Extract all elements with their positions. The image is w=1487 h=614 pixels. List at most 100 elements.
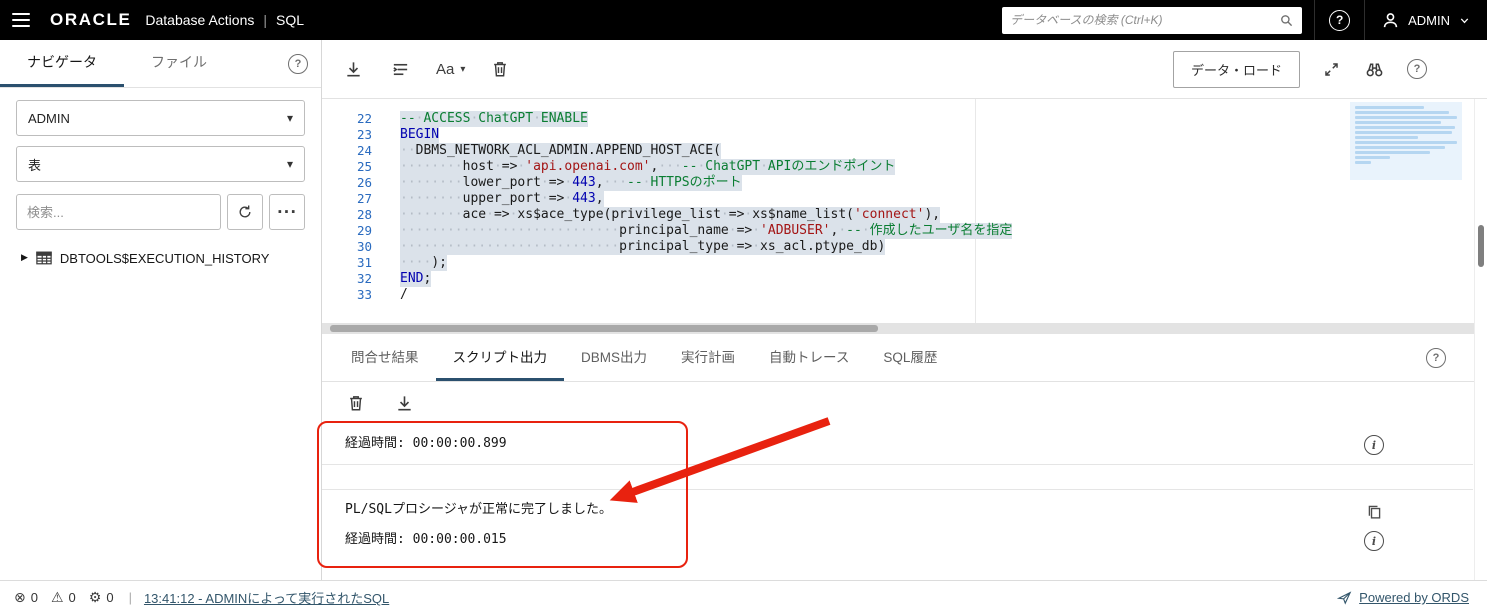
line-number: 22 xyxy=(356,111,372,126)
download-output-button[interactable] xyxy=(393,392,416,415)
statusbar: ⊗ 0 ⚠ 0 ⚙ 0 | 13:41:12 - ADMINによって実行されたS… xyxy=(0,580,1487,614)
help-glyph: ? xyxy=(294,57,302,70)
expand-icon xyxy=(1325,62,1338,76)
error-counter[interactable]: ⊗ 0 xyxy=(14,590,38,606)
more-actions-button[interactable]: ··· xyxy=(269,194,305,230)
line-number: 26 xyxy=(356,175,372,190)
code-line: 25 ········host·=>·'api.openai.com',···--… xyxy=(322,159,1487,175)
global-search-box[interactable] xyxy=(1002,6,1303,34)
title-separator: | xyxy=(263,12,267,28)
object-tree: ▶ DBTOOLS$EXECUTION_HISTORY xyxy=(0,245,321,271)
tab-navigator[interactable]: ナビゲータ xyxy=(0,40,124,87)
product-title: Database Actions xyxy=(145,12,255,28)
refresh-button[interactable] xyxy=(227,194,263,230)
output-tab[interactable]: 問合せ結果 xyxy=(334,334,436,381)
code-line: 29 ····························principal_… xyxy=(322,223,1487,239)
tree-item[interactable]: ▶ DBTOOLS$EXECUTION_HISTORY xyxy=(0,245,321,271)
powered-by-ords-link[interactable]: Powered by ORDS xyxy=(1359,590,1469,605)
warning-triangle-icon: ⚠ xyxy=(50,589,64,606)
error-circle-icon: ⊗ xyxy=(14,589,26,606)
download-button[interactable] xyxy=(342,58,365,81)
sidebar-help-icon[interactable]: ? xyxy=(288,53,308,74)
info-icon: i xyxy=(1364,435,1384,455)
horizontal-scrollbar[interactable] xyxy=(322,323,1487,334)
task-counter[interactable]: ⚙ 0 xyxy=(89,590,114,606)
chevron-down-icon xyxy=(1460,17,1469,23)
output-tab[interactable]: DBMS出力 xyxy=(564,334,664,381)
code-line: 27 ········upper_port·=>·443, xyxy=(322,191,1487,207)
send-icon xyxy=(1337,591,1352,605)
chevron-down-icon: ▾ xyxy=(460,63,466,75)
info-button[interactable]: i xyxy=(1361,528,1387,554)
binoculars-icon xyxy=(1366,63,1383,76)
line-number: 25 xyxy=(356,159,372,174)
editor-minimap[interactable] xyxy=(1350,102,1462,180)
line-number: 23 xyxy=(356,127,372,142)
global-search-input[interactable] xyxy=(1010,13,1280,27)
line-number: 30 xyxy=(356,239,372,254)
help-icon[interactable]: ? xyxy=(1329,9,1351,31)
sql-editor[interactable]: 22 --·ACCESS·ChatGPT·ENABLE 23 BEGIN 24 ··DBM… xyxy=(322,99,1487,323)
line-number: 27 xyxy=(356,191,372,206)
output-help-icon[interactable]: ? xyxy=(1426,347,1446,368)
output-toolbar xyxy=(322,382,1487,424)
vertical-scrollbar-thumb[interactable] xyxy=(1478,225,1484,267)
last-run-link[interactable]: 13:41:12 - ADMINによって実行されたSQL xyxy=(144,588,389,607)
code-lines: 22 --·ACCESS·ChatGPT·ENABLE 23 BEGIN 24 ··DBM… xyxy=(322,111,1487,303)
output-tab[interactable]: 実行計画 xyxy=(664,334,752,381)
line-number: 28 xyxy=(356,207,372,222)
sidebar-search-input[interactable] xyxy=(16,194,221,230)
tab-files[interactable]: ファイル xyxy=(124,40,234,87)
horizontal-scrollbar-thumb[interactable] xyxy=(330,325,878,332)
info-icon: i xyxy=(1364,531,1384,551)
output-tab[interactable]: スクリプト出力 xyxy=(435,334,564,381)
warning-count: 0 xyxy=(68,590,76,605)
sidebar: ナビゲータ ファイル ? ADMIN ▾ 表 ▾ ··· xyxy=(0,40,322,580)
output-tab[interactable]: SQL履歴 xyxy=(866,334,954,381)
context-title: SQL xyxy=(276,12,305,28)
output-section: PL/SQLプロシージャが正常に完了しました。 経過時間: 00:00:00.01… xyxy=(322,490,1473,560)
format-button[interactable] xyxy=(389,58,412,81)
code-line: 32 END; xyxy=(322,271,1487,287)
line-number: 33 xyxy=(356,287,372,302)
code-line: 24 ··DBMS_NETWORK_ACL_ADMIN.APPEND_HOST_A… xyxy=(322,143,1487,159)
clear-output-button[interactable] xyxy=(345,392,367,414)
output-tabs: 問合せ結果 スクリプト出力 DBMS出力 実行計画 自動トレース SQL履歴? xyxy=(322,334,1487,382)
user-menu[interactable]: ADMIN xyxy=(1365,0,1487,40)
sidebar-search-row: ··· xyxy=(16,194,305,230)
statusbar-separator: | xyxy=(128,590,132,605)
topbar: ORACLE Database Actions | SQL ? ADMIN xyxy=(0,0,1487,40)
editor-help-icon[interactable]: ? xyxy=(1407,59,1427,79)
hamburger-menu-icon[interactable] xyxy=(12,13,30,27)
data-load-button[interactable]: データ・ロード xyxy=(1172,50,1300,88)
output-section xyxy=(322,465,1473,490)
schema-select[interactable]: ADMIN ▾ xyxy=(16,100,305,136)
code-line: 23 BEGIN xyxy=(322,127,1487,143)
find-button[interactable] xyxy=(1363,58,1386,81)
font-size-button[interactable]: Aa ▾ xyxy=(436,61,465,78)
warning-counter[interactable]: ⚠ 0 xyxy=(51,590,76,606)
expand-button[interactable] xyxy=(1321,59,1342,80)
table-icon xyxy=(36,251,52,265)
object-type-select[interactable]: 表 ▾ xyxy=(16,146,305,182)
ellipsis-icon: ··· xyxy=(276,203,298,221)
search-icon xyxy=(1281,14,1293,26)
sidebar-tabs: ナビゲータ ファイル ? xyxy=(0,40,321,88)
copy-button[interactable] xyxy=(1361,498,1387,524)
help-glyph: ? xyxy=(1413,63,1421,75)
gear-icon: ⚙ xyxy=(88,589,102,606)
line-number: 29 xyxy=(356,223,372,238)
clear-editor-button[interactable] xyxy=(489,58,511,80)
output-tab[interactable]: 自動トレース xyxy=(752,334,866,381)
code-line: 31 ····); xyxy=(322,255,1487,271)
task-count: 0 xyxy=(106,590,114,605)
object-type-select-value: 表 xyxy=(28,157,42,173)
code-line: 26 ········lower_port·=>·443,···--·HTTPSの… xyxy=(322,175,1487,191)
info-button[interactable]: i xyxy=(1361,432,1387,458)
font-size-label: Aa xyxy=(436,60,455,78)
chevron-down-icon: ▾ xyxy=(286,157,293,171)
vertical-scrollbar[interactable] xyxy=(1474,99,1487,580)
error-count: 0 xyxy=(30,590,38,605)
code-line: 30 ····························principal_… xyxy=(322,239,1487,255)
code-line: 22 --·ACCESS·ChatGPT·ENABLE xyxy=(322,111,1487,127)
